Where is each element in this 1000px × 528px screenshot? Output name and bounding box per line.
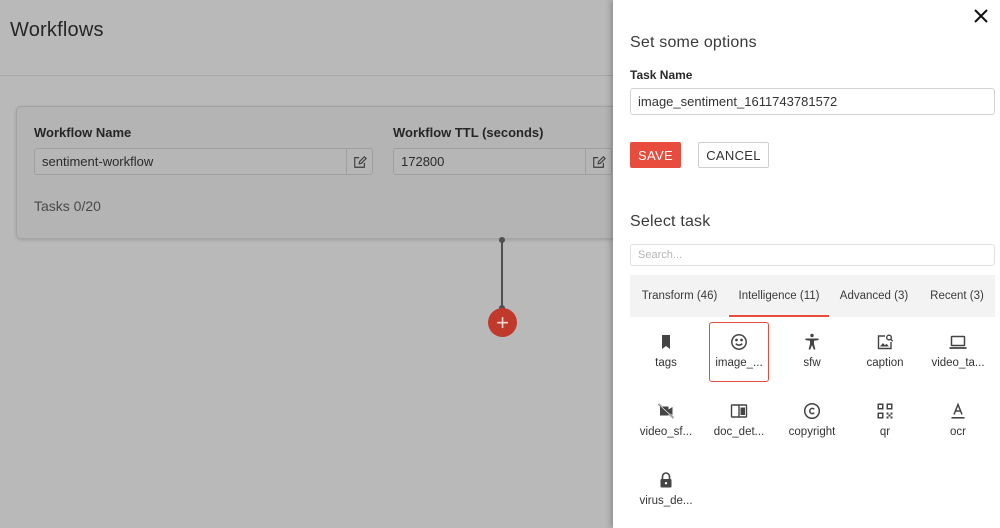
videocam-off-icon bbox=[657, 402, 675, 420]
task-name-label: Task Name bbox=[630, 68, 693, 82]
workflow-ttl-input[interactable]: 172800 bbox=[393, 148, 585, 175]
task-name-input[interactable] bbox=[630, 88, 995, 115]
bookmark-icon bbox=[657, 333, 675, 351]
accessibility-icon bbox=[803, 333, 821, 351]
workflow-ttl-field: 172800 bbox=[393, 148, 612, 175]
close-drawer-button[interactable] bbox=[971, 6, 991, 26]
workflow-card: Workflow Name sentiment-workflow Workflo… bbox=[16, 106, 636, 239]
task-tile-qr[interactable]: qr bbox=[855, 391, 915, 451]
workflow-name-field: sentiment-workflow bbox=[34, 148, 373, 175]
workflow-name-input[interactable]: sentiment-workflow bbox=[34, 148, 346, 175]
connector-dot bbox=[499, 237, 505, 243]
task-tile-ocr[interactable]: ocr bbox=[928, 391, 988, 451]
lock-icon bbox=[657, 471, 675, 489]
task-tile-doc-detect[interactable]: doc_det... bbox=[709, 391, 769, 451]
edit-icon bbox=[592, 155, 606, 168]
edit-icon bbox=[353, 155, 367, 168]
image-search-icon bbox=[876, 333, 894, 351]
options-title: Set some options bbox=[630, 34, 757, 51]
tab-intelligence[interactable]: Intelligence (11) bbox=[729, 275, 829, 317]
tab-recent[interactable]: Recent (3) bbox=[919, 275, 995, 317]
task-search-input[interactable] bbox=[630, 244, 995, 266]
task-tile-image-sentiment[interactable]: image_... bbox=[709, 322, 769, 382]
tasks-count: Tasks 0/20 bbox=[34, 198, 101, 214]
task-tile-label: sfw bbox=[803, 357, 821, 369]
task-tile-label: doc_det... bbox=[713, 426, 765, 438]
task-tile-sfw[interactable]: sfw bbox=[782, 322, 842, 382]
smiley-icon bbox=[730, 333, 748, 351]
workflow-ttl-label: Workflow TTL (seconds) bbox=[393, 125, 544, 140]
workflow-connector-line bbox=[501, 240, 503, 310]
close-icon bbox=[974, 9, 988, 23]
qr-code-icon bbox=[876, 402, 894, 420]
select-task-title: Select task bbox=[630, 213, 711, 230]
workflow-name-edit-button[interactable] bbox=[346, 148, 373, 175]
task-tile-label: copyright bbox=[788, 426, 836, 438]
page-title: Workflows bbox=[10, 19, 104, 41]
workflow-ttl-edit-button[interactable] bbox=[585, 148, 612, 175]
tab-transform[interactable]: Transform (46) bbox=[630, 275, 729, 317]
task-tile-label: ocr bbox=[950, 426, 966, 438]
task-tile-video-sfw[interactable]: video_sf... bbox=[636, 391, 696, 451]
task-drawer: Set some options Task Name SAVE CANCEL S… bbox=[613, 0, 1000, 528]
task-tile-copyright[interactable]: copyright bbox=[782, 391, 842, 451]
text-format-icon bbox=[949, 402, 967, 420]
task-category-tabs: Transform (46) Intelligence (11) Advance… bbox=[630, 275, 995, 317]
task-tile-label: tags bbox=[655, 357, 677, 369]
task-tile-caption[interactable]: caption bbox=[855, 322, 915, 382]
task-tile-label: caption bbox=[866, 357, 904, 369]
laptop-icon bbox=[949, 333, 967, 351]
task-tile-virus-detect[interactable]: virus_de... bbox=[636, 460, 696, 520]
cancel-button[interactable]: CANCEL bbox=[698, 142, 769, 168]
task-tile-label: qr bbox=[879, 426, 891, 438]
workflow-name-label: Workflow Name bbox=[34, 125, 132, 140]
task-tile-label: virus_de... bbox=[639, 495, 693, 507]
task-tile-video-tags[interactable]: video_ta... bbox=[928, 322, 988, 382]
task-tile-label: video_sf... bbox=[639, 426, 693, 438]
tab-advanced[interactable]: Advanced (3) bbox=[829, 275, 919, 317]
task-tile-label: image_... bbox=[715, 357, 763, 369]
copyright-icon bbox=[803, 402, 821, 420]
task-tile-tags[interactable]: tags bbox=[636, 322, 696, 382]
chrome-reader-icon bbox=[730, 402, 748, 420]
add-task-button[interactable]: + bbox=[488, 308, 517, 337]
task-tile-label: video_ta... bbox=[931, 357, 985, 369]
save-button[interactable]: SAVE bbox=[630, 142, 681, 168]
